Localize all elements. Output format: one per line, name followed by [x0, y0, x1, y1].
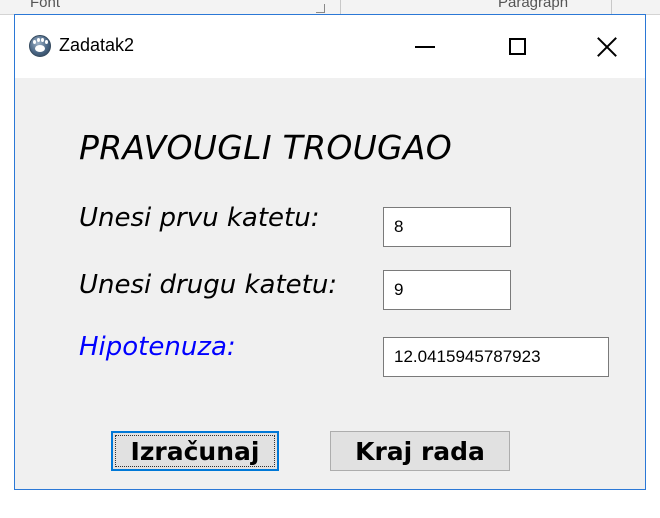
minimize-icon: [415, 45, 435, 48]
minimize-button[interactable]: [393, 15, 457, 78]
ribbon-divider: [611, 0, 612, 14]
ribbon-dialog-launcher-icon: [316, 4, 325, 13]
quit-button-label: Kraj rada: [355, 436, 485, 466]
window-title: Zadatak2: [59, 35, 135, 55]
maximize-icon: [508, 38, 526, 55]
first-leg-label: Unesi prvu katetu:: [79, 203, 320, 233]
calculate-button[interactable]: Izračunaj: [111, 431, 279, 471]
first-leg-input[interactable]: [383, 207, 511, 247]
title-bar[interactable]: Zadatak2: [15, 15, 645, 78]
background-ribbon: Font Paragraph: [0, 0, 660, 15]
form-heading: PRAVOUGLI TROUGAO: [79, 128, 453, 167]
paw-icon[interactable]: [29, 35, 51, 57]
hypotenuse-output[interactable]: [383, 337, 609, 377]
ribbon-divider: [340, 0, 341, 14]
second-leg-label: Unesi drugu katetu:: [79, 270, 338, 300]
focus-rectangle: [115, 435, 275, 467]
ribbon-font-group-label: Font: [30, 0, 61, 11]
close-button[interactable]: [575, 15, 639, 78]
app-window: Zadatak2 PRAVOUGLI TROUGAO Unesi prvu ka…: [14, 14, 646, 490]
hypotenuse-label: Hipotenuza:: [79, 332, 236, 362]
maximize-button[interactable]: [485, 15, 549, 78]
ribbon-paragraph-group-label: Paragraph: [498, 0, 569, 11]
quit-button[interactable]: Kraj rada: [330, 431, 510, 471]
second-leg-input[interactable]: [383, 270, 511, 310]
close-icon: [597, 37, 617, 57]
